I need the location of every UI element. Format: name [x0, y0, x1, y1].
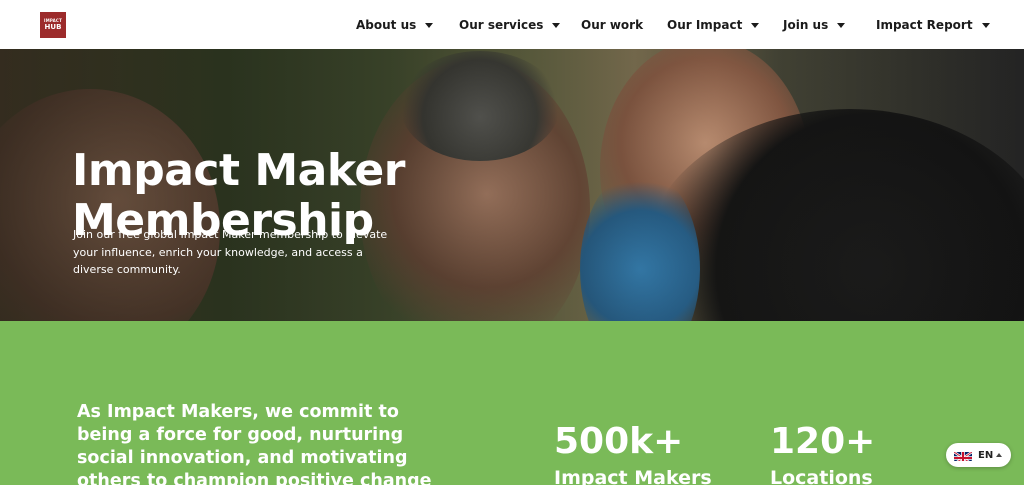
nav-our-work-label: Our work: [581, 18, 644, 32]
nav-join-us-label: Join us: [783, 18, 829, 32]
language-code: EN: [978, 449, 994, 461]
nav-impact-report-label: Impact Report: [876, 18, 973, 32]
impact-hub-logo[interactable]: IMPACT HUB: [40, 12, 66, 38]
nav-about-us[interactable]: About us: [356, 16, 434, 34]
chevron-down-icon: [552, 22, 561, 28]
stat-label: Locations: [770, 467, 873, 485]
nav-our-services-label: Our services: [459, 18, 544, 32]
logo-line-2: HUB: [44, 23, 62, 31]
nav-our-impact[interactable]: Our Impact: [667, 16, 760, 34]
chevron-down-icon: [425, 22, 434, 28]
title-line-1: Impact Maker: [72, 145, 405, 196]
hero-banner: Impact Maker Membership Join our free gl…: [0, 49, 1024, 321]
nav-our-work[interactable]: Our work: [581, 16, 643, 34]
chevron-down-icon: [981, 22, 990, 28]
nav-about-us-label: About us: [356, 18, 417, 32]
site-header: IMPACT HUB About us Our services Our wor…: [0, 0, 1024, 49]
commitment-section: As Impact Makers, we commit to being a f…: [0, 321, 1024, 485]
nav-join-us[interactable]: Join us: [783, 16, 846, 34]
nav-our-impact-label: Our Impact: [667, 18, 743, 32]
hero-description: Join our free global Impact Maker member…: [73, 228, 388, 276]
chevron-down-icon: [837, 22, 846, 28]
stat-impact-makers: 500k+ Impact Makers: [554, 422, 712, 485]
uk-flag-icon: [954, 449, 972, 461]
chevron-up-icon: [996, 453, 1003, 457]
chevron-down-icon: [751, 22, 760, 28]
nav-our-services[interactable]: Our services: [459, 16, 561, 34]
language-switcher[interactable]: EN: [946, 443, 1011, 467]
stat-locations: 120+ Locations: [770, 422, 875, 485]
stat-value: 120+: [770, 421, 876, 462]
stat-label: Impact Makers: [554, 467, 712, 485]
stat-value: 500k+: [554, 421, 684, 462]
nav-impact-report[interactable]: Impact Report: [876, 16, 990, 34]
commitment-text: As Impact Makers, we commit to being a f…: [77, 402, 432, 485]
